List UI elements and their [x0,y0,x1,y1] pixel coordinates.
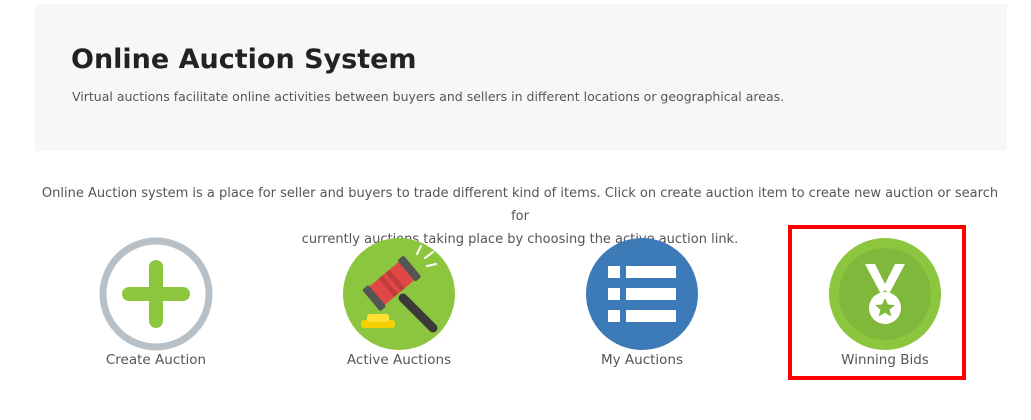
create-auction-label: Create Auction [105,352,207,368]
create-auction-button[interactable]: Create Auction [56,236,256,376]
page-title: Online Auction System [71,44,417,75]
header-jumbotron: Online Auction System Virtual auctions f… [35,4,1007,151]
my-auctions-button[interactable]: My Auctions [542,236,742,376]
my-auctions-label: My Auctions [600,352,684,368]
winning-bids-label: Winning Bids [841,352,929,368]
medal-icon [829,238,941,350]
active-auctions-button[interactable]: Active Auctions [299,236,499,376]
intro-line-1: Online Auction system is a place for sel… [41,186,999,224]
plus-circle-icon [99,237,213,351]
gavel-icon [343,238,455,350]
page-subtitle: Virtual auctions facilitate online activ… [72,89,785,104]
list-icon [586,238,698,350]
winning-bids-button[interactable]: Winning Bids [785,236,985,376]
active-auctions-label: Active Auctions [346,352,452,368]
